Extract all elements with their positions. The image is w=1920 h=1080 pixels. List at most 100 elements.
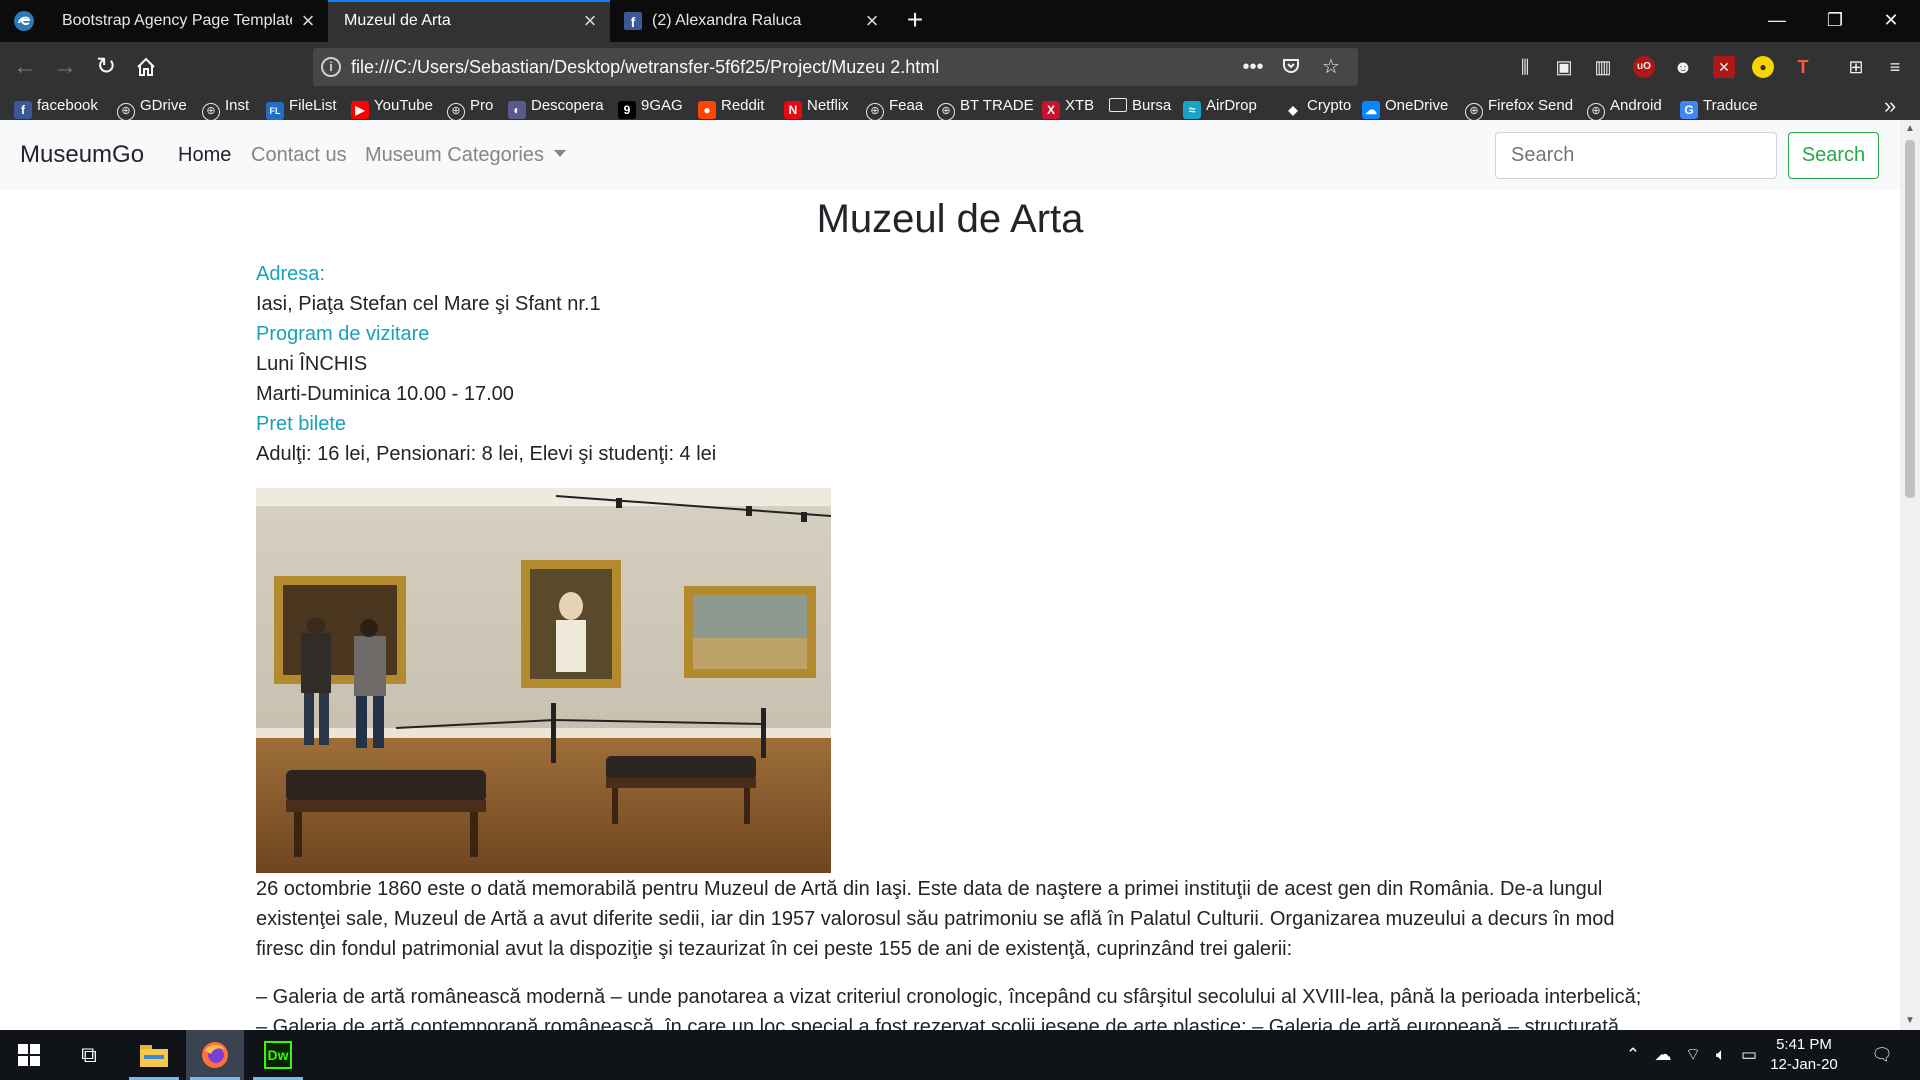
bookmark-label: Android bbox=[1610, 97, 1662, 114]
scroll-thumb[interactable] bbox=[1905, 140, 1915, 498]
restore-button[interactable]: ❐ bbox=[1812, 0, 1858, 42]
battery-icon[interactable]: ▭ bbox=[1736, 1030, 1762, 1080]
more-bookmarks-icon[interactable]: » bbox=[1884, 92, 1896, 120]
bookmark-label: Bursa bbox=[1132, 97, 1172, 114]
reddit-icon: ● bbox=[698, 101, 716, 119]
bookmark-android[interactable]: ⊕ Android bbox=[1587, 92, 1662, 121]
nav-contact[interactable]: Contact us bbox=[251, 120, 347, 190]
page-scrollbar[interactable]: ▲ ▼ bbox=[1900, 120, 1920, 1030]
library-icon[interactable]: ⫼ bbox=[1514, 56, 1536, 78]
reload-button[interactable]: ↻ bbox=[89, 50, 123, 84]
extensions-icon[interactable]: ⊞ bbox=[1845, 56, 1867, 78]
sidebar-icon[interactable]: ▣ bbox=[1553, 56, 1575, 78]
ublock-icon[interactable]: uO bbox=[1633, 56, 1655, 78]
nav-museum-categories[interactable]: Museum Categories bbox=[365, 120, 566, 190]
task-view-icon: ⧉ bbox=[81, 1042, 97, 1067]
close-window-button[interactable]: ✕ bbox=[1868, 0, 1914, 42]
bookmark-feaa[interactable]: ⊕ Feaa bbox=[866, 92, 924, 121]
task-view-button[interactable]: ⧉ bbox=[60, 1030, 118, 1080]
bookmark-inst[interactable]: ⊕ Inst bbox=[202, 92, 250, 121]
firefox-button[interactable] bbox=[186, 1030, 244, 1080]
t-extension-icon[interactable]: T bbox=[1792, 56, 1814, 78]
bookmark-onedrive[interactable]: ☁ OneDrive bbox=[1362, 92, 1448, 120]
scroll-up-icon[interactable]: ▲ bbox=[1900, 120, 1920, 138]
reload-icon: ↻ bbox=[95, 53, 117, 80]
globe-icon: ⊕ bbox=[1465, 103, 1483, 121]
bookmark-gdrive[interactable]: ⊕ GDrive bbox=[117, 92, 187, 121]
bookmark-filelist[interactable]: FL FileList bbox=[266, 92, 337, 120]
filelist-icon: FL bbox=[266, 102, 284, 120]
bookmark-label: Netflix bbox=[807, 97, 849, 114]
pocket-icon[interactable] bbox=[1273, 48, 1309, 86]
show-hidden-icons-icon[interactable]: ⌃ bbox=[1620, 1030, 1646, 1080]
tab-alexandra-raluca[interactable]: f (2) Alexandra Raluca × bbox=[612, 0, 894, 42]
back-button[interactable]: ← bbox=[8, 50, 42, 84]
bookmark-crypto[interactable]: ◆ Crypto bbox=[1284, 92, 1351, 120]
extension-bars-icon[interactable]: ▥ bbox=[1592, 56, 1614, 78]
tab-muzeul-de-arta[interactable]: Muzeul de Arta × bbox=[328, 0, 610, 42]
price-value: Adulţi: 16 lei, Pensionari: 8 lei, Elevi… bbox=[256, 443, 717, 465]
bookmark-label: Inst bbox=[225, 97, 250, 114]
scroll-down-icon[interactable]: ▼ bbox=[1900, 1012, 1920, 1030]
bookmark-reddit[interactable]: ● Reddit bbox=[698, 92, 764, 120]
bookmark-bursa[interactable]: Bursa bbox=[1109, 92, 1171, 120]
bookmark-star-icon[interactable]: ☆ bbox=[1313, 48, 1349, 86]
info-icon[interactable]: i bbox=[321, 57, 341, 77]
url-bar[interactable]: i file:///C:/Users/Sebastian/Desktop/wet… bbox=[313, 48, 1358, 86]
blocker-extension-icon[interactable]: ✕ bbox=[1713, 56, 1735, 78]
file-explorer-button[interactable] bbox=[125, 1030, 183, 1080]
notifications-icon[interactable]: 🗨︎ bbox=[1864, 1030, 1900, 1080]
forward-button[interactable]: → bbox=[48, 50, 82, 84]
menu-icon[interactable]: ≡ bbox=[1884, 56, 1906, 78]
schedule-label: Program de vizitare bbox=[256, 323, 430, 345]
xtb-icon: X bbox=[1042, 101, 1060, 119]
dreamweaver-icon: Dw bbox=[264, 1041, 292, 1069]
close-tab-icon[interactable]: × bbox=[298, 0, 318, 42]
restore-icon: ❐ bbox=[1826, 10, 1844, 30]
home-icon bbox=[137, 57, 155, 76]
edge-app-icon bbox=[14, 11, 34, 31]
bookmark-9gag[interactable]: 9 9GAG bbox=[618, 92, 683, 120]
volume-icon[interactable]: 🔈︎ bbox=[1708, 1030, 1734, 1080]
yellow-extension-icon[interactable]: ● bbox=[1752, 56, 1774, 78]
home-button[interactable] bbox=[129, 50, 163, 84]
bookmark-netflix[interactable]: N Netflix bbox=[784, 92, 849, 120]
bookmark-airdrop[interactable]: ≈ AirDrop bbox=[1183, 92, 1257, 120]
page-actions-icon[interactable]: ••• bbox=[1235, 48, 1271, 86]
bookmark-firefox-send[interactable]: ⊕ Firefox Send bbox=[1465, 92, 1573, 121]
tab-bootstrap-agency[interactable]: Bootstrap Agency Page Template × bbox=[44, 0, 326, 42]
start-button[interactable] bbox=[0, 1030, 58, 1080]
dreamweaver-button[interactable]: Dw bbox=[249, 1030, 307, 1080]
history-paragraph: 26 octombrie 1860 este o dată memorabilă… bbox=[256, 878, 1615, 960]
close-tab-icon[interactable]: × bbox=[862, 0, 882, 42]
search-input[interactable] bbox=[1495, 132, 1777, 179]
translate-icon: G bbox=[1680, 101, 1698, 119]
minimize-button[interactable]: — bbox=[1754, 0, 1800, 42]
close-tab-icon[interactable]: × bbox=[580, 0, 600, 42]
globe-icon: ⊕ bbox=[937, 103, 955, 121]
bookmark-bt-trade[interactable]: ⊕ BT TRADE bbox=[937, 92, 1034, 121]
schedule-monday: Luni ÎNCHIS bbox=[256, 353, 368, 375]
wifi-icon[interactable]: ⌔ bbox=[1680, 1030, 1706, 1080]
page-viewport: MuseumGo Home Contact us Museum Categori… bbox=[0, 120, 1900, 1030]
nav-home[interactable]: Home bbox=[178, 120, 231, 190]
system-clock[interactable]: 5:41 PM 12-Jan-20 bbox=[1762, 1035, 1846, 1075]
back-arrow-icon: ← bbox=[13, 53, 37, 80]
bookmark-pro[interactable]: ⊕ Pro bbox=[447, 92, 493, 121]
new-tab-button[interactable]: + bbox=[900, 0, 930, 42]
site-brand[interactable]: MuseumGo bbox=[20, 120, 144, 190]
bookmark-traduce[interactable]: G Traduce bbox=[1680, 92, 1757, 120]
search-button[interactable]: Search bbox=[1788, 132, 1879, 179]
onedrive-tray-icon[interactable]: ☁ bbox=[1650, 1030, 1676, 1080]
bookmark-descopera[interactable]: ◐ Descopera bbox=[508, 92, 604, 120]
facebook-icon: f bbox=[14, 101, 32, 119]
folder-icon bbox=[1109, 98, 1127, 112]
bookmark-youtube[interactable]: ▶ YouTube bbox=[351, 92, 433, 120]
account-icon[interactable]: ☻ bbox=[1672, 56, 1694, 78]
clock-time: 5:41 PM bbox=[1776, 1036, 1832, 1053]
bookmark-xtb[interactable]: X XTB bbox=[1042, 92, 1094, 120]
bookmark-facebook[interactable]: f facebook bbox=[14, 92, 98, 120]
bookmark-label: Feaa bbox=[889, 97, 924, 114]
url-text[interactable]: file:///C:/Users/Sebastian/Desktop/wetra… bbox=[351, 48, 939, 86]
facebook-icon: f bbox=[624, 12, 642, 30]
